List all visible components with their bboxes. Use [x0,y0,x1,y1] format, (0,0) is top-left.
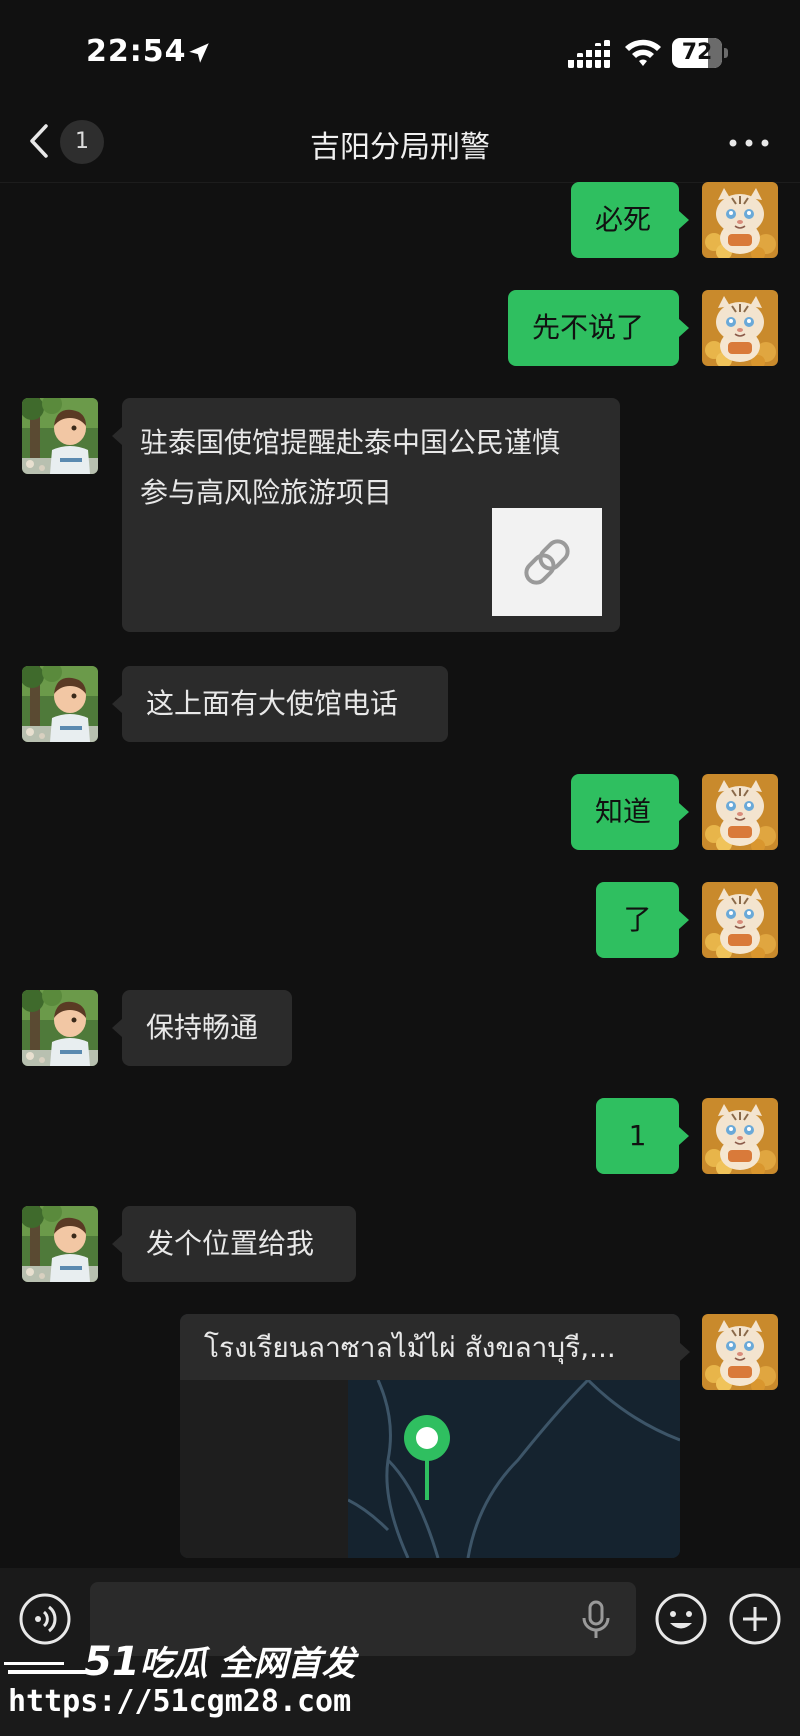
map-pin-icon [404,1415,450,1500]
my-avatar[interactable] [702,182,778,258]
chat-title: 吉阳分局刑警 [310,130,490,165]
message-bubble-received[interactable]: 保持畅通 [122,990,292,1066]
battery-indicator: 72 [672,38,728,68]
clock: 22:54 [86,34,187,69]
microphone-icon[interactable] [578,1600,614,1640]
watermark-brand: 51吃瓜 全网首发 [84,1636,356,1685]
bubble-tail [679,211,689,229]
my-avatar[interactable] [702,774,778,850]
message-bubble-sent[interactable]: 必死 [571,182,679,258]
link-card-title: 驻泰国使馆提醒赴泰中国公民谨慎参与高风险旅游项目 [140,426,561,509]
status-bar: 22:54 72 [0,0,800,100]
battery-cap [724,48,728,58]
watermark-brand-text: 吃瓜 全网首发 [139,1644,356,1684]
map-blank-area [180,1380,348,1558]
message-bubble-received[interactable]: 这上面有大使馆电话 [122,666,448,742]
link-card-message[interactable]: 驻泰国使馆提醒赴泰中国公民谨慎参与高风险旅游项目 [122,398,620,632]
chat-header: 1 吉阳分局刑警 [0,100,800,183]
bubble-tail [679,911,689,929]
bubble-tail [679,1127,689,1145]
location-name: โรงเรียนลาซาลไม้ไผ่ สังขลาบุรี,... [204,1331,616,1364]
battery-body: 72 [672,38,722,68]
bubble-tail [112,1019,122,1037]
watermark-decoration [4,1662,64,1665]
contact-avatar[interactable] [22,990,98,1066]
emoji-icon[interactable] [654,1592,708,1646]
bubble-tail [680,1343,690,1361]
watermark-url: https://51cgm28.com [8,1684,352,1719]
bubble-tail [679,803,689,821]
my-avatar[interactable] [702,882,778,958]
location-arrow-icon [189,43,209,63]
contact-avatar[interactable] [22,666,98,742]
voice-toggle-icon[interactable] [18,1592,72,1646]
message-bubble-sent[interactable]: 先不说了 [508,290,679,366]
location-card-message[interactable]: โรงเรียนลาซาลไม้ไผ่ สังขลาบุรี,... [180,1314,680,1558]
message-bubble-received[interactable]: 发个位置给我 [122,1206,356,1282]
my-avatar[interactable] [702,1098,778,1174]
contact-avatar[interactable] [22,398,98,474]
battery-percent: 72 [681,40,713,65]
watermark-brand-number: 51 [84,1639,140,1685]
link-thumbnail [492,508,602,616]
cellular-signal-icon [568,40,610,68]
wifi-icon [625,39,661,66]
message-bubble-sent[interactable]: 了 [596,882,679,958]
bubble-tail [112,427,122,445]
location-header: โรงเรียนลาซาลไม้ไผ่ สังขลาบุรี,... [180,1314,680,1380]
contact-avatar[interactable] [22,1206,98,1282]
bubble-tail [112,695,122,713]
message-bubble-sent[interactable]: 1 [596,1098,679,1174]
add-attachment-icon[interactable] [728,1592,782,1646]
message-bubble-sent[interactable]: 知道 [571,774,679,850]
link-icon [524,539,570,585]
bubble-tail [679,319,689,337]
bubble-tail [112,1235,122,1253]
my-avatar[interactable] [702,1314,778,1390]
map-preview [348,1380,680,1558]
my-avatar[interactable] [702,290,778,366]
more-options-icon[interactable] [724,128,774,158]
